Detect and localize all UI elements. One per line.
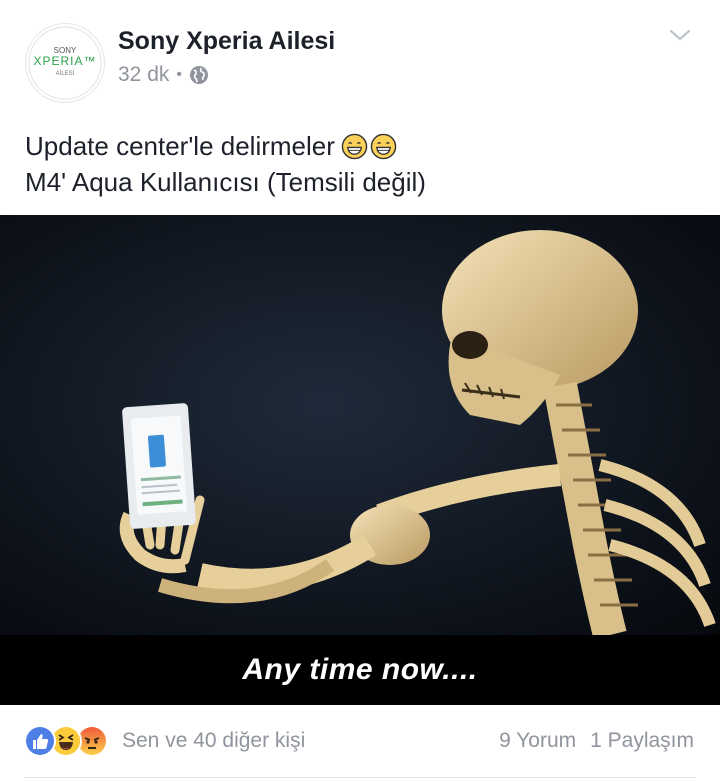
reactions-text: Sen ve 40 diğer kişi: [122, 729, 306, 752]
meme-caption-text: Any time now....: [242, 653, 478, 686]
like-icon: [24, 725, 56, 757]
post-photo[interactable]: Any time now....: [0, 215, 720, 705]
caption-text-2: M4' Aqua Kullanıcısı (Temsili değil): [25, 167, 426, 197]
post-meta: 32 dk •: [118, 63, 209, 87]
grinning-face-icon: [341, 133, 368, 159]
xperia-logo: SONY XPERIA™ AİLESİ: [28, 26, 102, 100]
post-caption: Update center'le delirmeler M4' Aqua Kul…: [25, 128, 705, 200]
logo-main-text: XPERIA™: [33, 54, 96, 68]
post-timestamp[interactable]: 32 dk: [118, 63, 169, 87]
post-header: SONY XPERIA™ AİLESİ Sony Xperia Ailesi 3…: [0, 0, 720, 110]
caption-line-2: M4' Aqua Kullanıcısı (Temsili değil): [25, 164, 705, 200]
comments-count-link[interactable]: 9 Yorum: [499, 729, 576, 753]
footer-divider: [24, 777, 696, 778]
engagement-counts: 9 Yorum 1 Paylaşım: [499, 729, 694, 753]
page-name-link[interactable]: Sony Xperia Ailesi: [118, 27, 335, 56]
caption-line-1: Update center'le delirmeler: [25, 128, 705, 164]
logo-sub-text: AİLESİ: [56, 70, 75, 77]
caption-text-1: Update center'le delirmeler: [25, 131, 335, 161]
feed-post: SONY XPERIA™ AİLESİ Sony Xperia Ailesi 3…: [0, 0, 720, 780]
shares-count-link[interactable]: 1 Paylaşım: [590, 729, 694, 753]
post-footer: Sen ve 40 diğer kişi 9 Yorum 1 Paylaşım: [0, 705, 720, 780]
meme-caption-bar: Any time now....: [0, 635, 720, 705]
chevron-down-icon[interactable]: [668, 24, 692, 48]
globe-icon: [189, 66, 208, 84]
meta-separator: •: [176, 66, 182, 83]
page-avatar[interactable]: SONY XPERIA™ AİLESİ: [26, 24, 104, 102]
skeleton-photo-illustration: [0, 215, 720, 635]
reactions-summary[interactable]: Sen ve 40 diğer kişi: [24, 725, 305, 757]
grinning-face-icon: [370, 133, 397, 159]
